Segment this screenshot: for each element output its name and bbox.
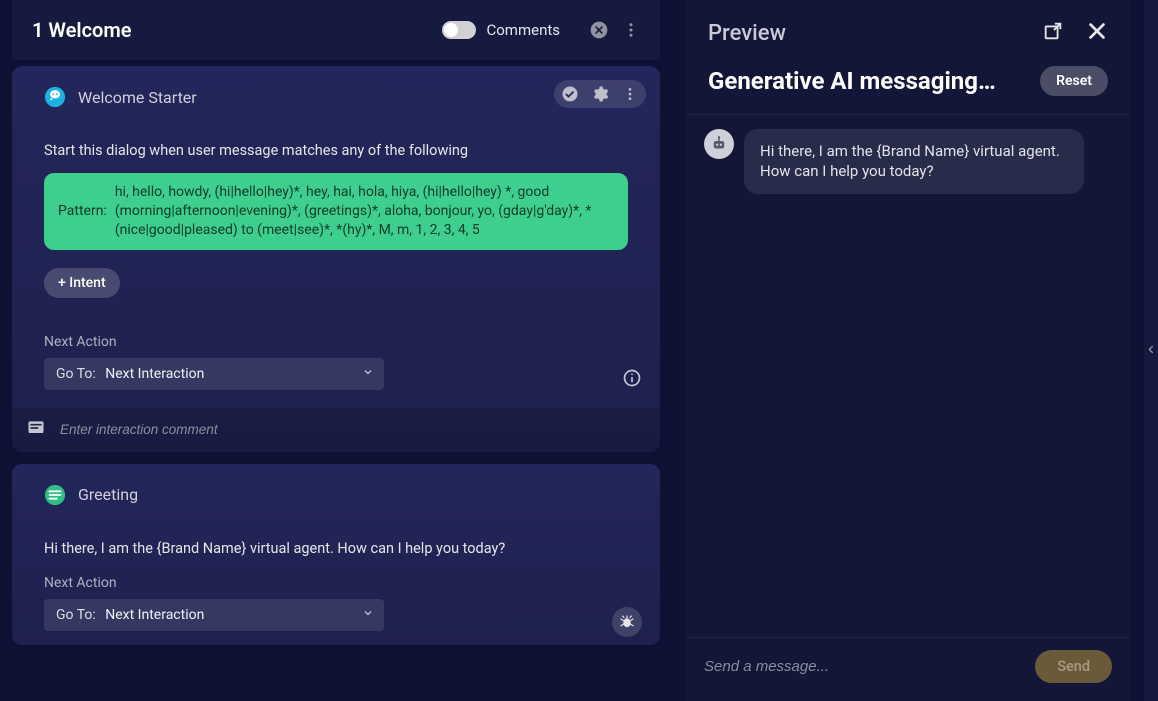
pattern-value: hi, hello, howdy, (hi|hello|hey)*, hey, …: [115, 183, 614, 240]
comment-icon: [26, 418, 46, 442]
bot-avatar-icon: [704, 129, 734, 159]
preview-panel-title: Preview: [708, 21, 1042, 46]
bot-message-row: Hi there, I am the {Brand Name} virtual …: [704, 129, 1112, 194]
dialog-more-icon[interactable]: [620, 19, 642, 41]
chevron-down-icon: [362, 607, 374, 623]
pattern-box[interactable]: Pattern: hi, hello, howdy, (hi|hello|hey…: [44, 173, 628, 250]
approve-icon[interactable]: [560, 84, 580, 104]
info-icon[interactable]: [622, 368, 642, 392]
goto-value: Next Interaction: [105, 607, 204, 623]
message-input[interactable]: [704, 658, 1023, 675]
side-drawer-sliver: [1144, 0, 1158, 701]
goto-prefix: Go To:: [56, 366, 96, 382]
chevron-down-icon: [362, 366, 374, 382]
goto-value: Next Interaction: [105, 366, 204, 382]
card-title: Greeting: [78, 485, 138, 504]
close-circle-icon[interactable]: [588, 19, 610, 41]
preview-panel: Preview Generative AI messaging… Reset H…: [686, 0, 1130, 701]
reset-button[interactable]: Reset: [1040, 66, 1108, 96]
interaction-comment-input[interactable]: [60, 422, 642, 437]
card-title: Welcome Starter: [78, 88, 197, 107]
bot-message-bubble: Hi there, I am the {Brand Name} virtual …: [744, 129, 1084, 194]
pattern-label: Pattern:: [58, 202, 107, 221]
chat-area: Hi there, I am the {Brand Name} virtual …: [686, 115, 1130, 637]
next-action-select[interactable]: Go To: Next Interaction: [44, 358, 384, 390]
dialog-starter-icon: [44, 86, 66, 108]
chevron-left-icon[interactable]: [1146, 342, 1156, 359]
preview-subtitle: Generative AI messaging…: [708, 67, 1040, 95]
message-composer: Send: [686, 637, 1130, 701]
comments-toggle[interactable]: [442, 21, 476, 39]
next-action-label: Next Action: [44, 575, 628, 591]
gear-icon[interactable]: [590, 84, 610, 104]
close-icon[interactable]: [1086, 20, 1108, 46]
debug-icon[interactable]: [612, 607, 642, 637]
instruction-text: Start this dialog when user message matc…: [44, 142, 628, 159]
next-action-select[interactable]: Go To: Next Interaction: [44, 599, 384, 631]
dialog-header: 1 Welcome Comments: [12, 0, 660, 60]
greeting-card: Greeting Hi there, I am the {Brand Name}…: [12, 464, 660, 645]
greeting-icon: [44, 484, 66, 506]
next-action-label: Next Action: [44, 334, 628, 350]
card-toolbar: [554, 80, 646, 108]
comments-toggle-label: Comments: [486, 21, 560, 39]
card-more-icon[interactable]: [620, 84, 640, 104]
welcome-starter-card: Welcome Starter Start this dialog when u…: [12, 66, 660, 452]
goto-prefix: Go To:: [56, 607, 96, 623]
comment-strip: [12, 408, 660, 452]
send-button[interactable]: Send: [1035, 650, 1112, 683]
expand-icon[interactable]: [1042, 20, 1064, 46]
add-intent-button[interactable]: + Intent: [44, 268, 120, 298]
greeting-text: Hi there, I am the {Brand Name} virtual …: [44, 540, 628, 557]
dialog-title: 1 Welcome: [32, 18, 442, 42]
